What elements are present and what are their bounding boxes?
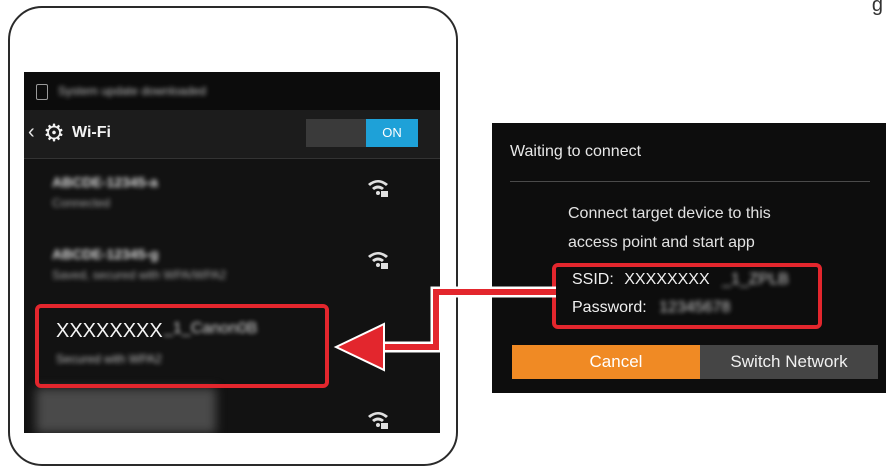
dialog-message: Connect target device to this access poi… xyxy=(568,199,771,257)
wifi-lock-icon xyxy=(368,252,388,269)
network-status: Saved, secured with WPA/WPA2 xyxy=(52,268,227,282)
wifi-lock-icon xyxy=(368,412,388,429)
credentials-highlight-box xyxy=(552,263,822,329)
wifi-toggle[interactable]: ON xyxy=(306,119,418,147)
blurred-network-item xyxy=(36,388,216,433)
network-highlight-box xyxy=(35,304,329,388)
page-title: Wi-Fi xyxy=(72,124,111,141)
status-bar: System update downloaded xyxy=(24,72,440,110)
network-list-item[interactable]: ABCDE-12345-g Saved, secured with WPA/WP… xyxy=(24,232,440,302)
waiting-dialog: Waiting to connect Connect target device… xyxy=(492,123,886,393)
corner-text-fragment: g xyxy=(871,0,883,16)
wifi-action-bar: ‹ ⚙ Wi-Fi ON xyxy=(24,110,440,159)
dialog-divider xyxy=(510,181,870,182)
cancel-button[interactable]: Cancel xyxy=(512,345,720,379)
back-chevron-icon[interactable]: ‹ xyxy=(28,122,35,142)
network-name: ABCDE-12345-a xyxy=(52,174,158,190)
network-status: Connected xyxy=(52,196,111,210)
network-name: ABCDE-12345-g xyxy=(52,246,159,262)
wifi-lock-icon xyxy=(368,180,388,197)
switch-network-button[interactable]: Switch Network xyxy=(700,345,878,379)
notification-icon xyxy=(36,84,48,100)
dialog-message-line: access point and start app xyxy=(568,234,755,251)
network-list-item[interactable]: ABCDE-12345-a Connected xyxy=(24,160,440,230)
dialog-title: Waiting to connect xyxy=(510,143,642,160)
status-text: System update downloaded xyxy=(58,84,207,98)
dialog-message-line: Connect target device to this xyxy=(568,205,771,222)
gear-icon[interactable]: ⚙ xyxy=(42,122,66,146)
toggle-on-label: ON xyxy=(366,119,418,147)
